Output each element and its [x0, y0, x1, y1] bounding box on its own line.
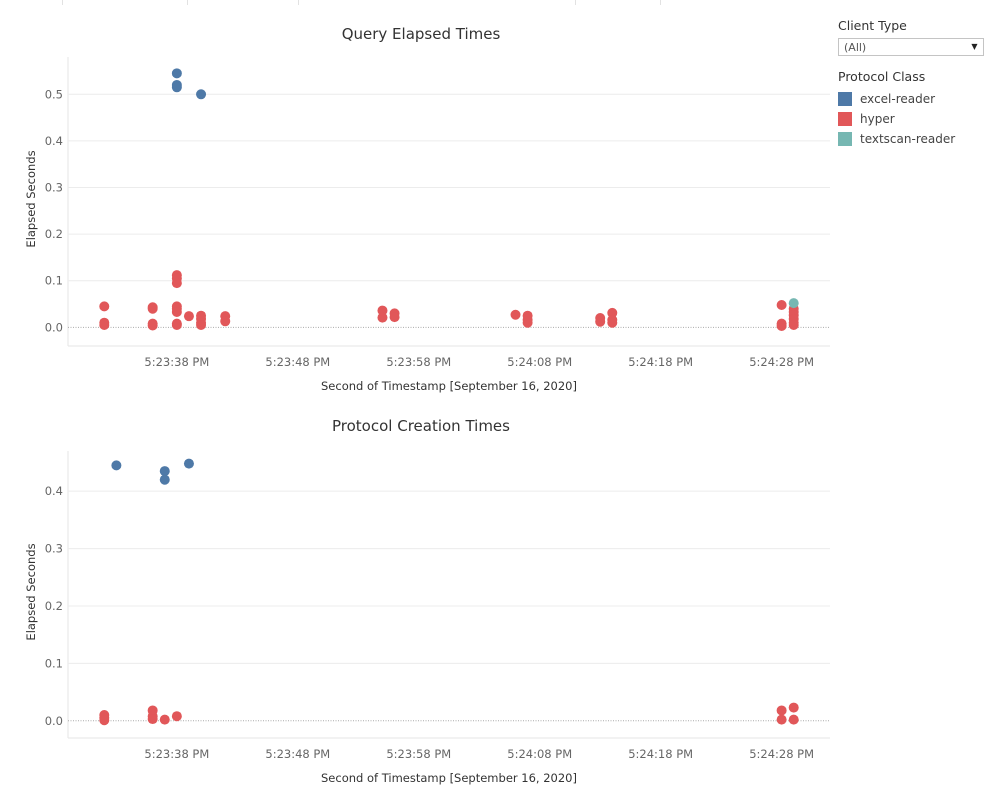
data-point-hyper[interactable]: [522, 317, 533, 328]
data-point-excel-reader[interactable]: [171, 82, 182, 93]
legend-label: excel-reader: [860, 92, 936, 106]
legend-swatch: [838, 92, 852, 106]
chevron-down-icon[interactable]: ▼: [966, 39, 983, 55]
legend-title: Protocol Class: [838, 69, 926, 84]
data-point-hyper[interactable]: [99, 301, 110, 312]
data-point-excel-reader[interactable]: [196, 89, 207, 100]
x-tick-label: 5:24:18 PM: [628, 747, 693, 761]
y-tick-label: 0.4: [45, 134, 63, 148]
data-point-hyper[interactable]: [776, 299, 787, 310]
data-point-hyper[interactable]: [776, 705, 787, 716]
y-axis-label: Elapsed Seconds: [24, 150, 38, 247]
data-point-hyper[interactable]: [171, 278, 182, 289]
y-tick-label: 0.2: [45, 227, 63, 241]
x-tick-label: 5:24:18 PM: [628, 355, 693, 369]
data-point-excel-reader[interactable]: [171, 68, 182, 79]
y-tick-label: 0.2: [45, 599, 63, 613]
client-type-dropdown[interactable]: (All) ▼: [838, 38, 984, 56]
data-point-hyper[interactable]: [99, 320, 110, 331]
x-tick-label: 5:24:08 PM: [507, 355, 572, 369]
legend-swatch: [838, 132, 852, 146]
data-point-hyper[interactable]: [147, 303, 158, 314]
y-tick-label: 0.4: [45, 484, 63, 498]
data-point-excel-reader[interactable]: [183, 458, 194, 469]
x-axis-label: Second of Timestamp [September 16, 2020]: [321, 379, 577, 393]
y-tick-label: 0.0: [45, 320, 63, 334]
x-tick-label: 5:23:38 PM: [144, 747, 209, 761]
data-point-hyper[interactable]: [377, 312, 388, 323]
toolbar-separator: [660, 0, 661, 5]
toolbar-separator: [298, 0, 299, 5]
y-axis-label: Elapsed Seconds: [24, 543, 38, 640]
sidebar: Client Type (All) ▼ Protocol Class excel…: [838, 18, 988, 149]
data-point-hyper[interactable]: [510, 309, 521, 320]
data-point-hyper[interactable]: [788, 702, 799, 713]
x-tick-label: 5:24:28 PM: [749, 747, 814, 761]
legend-label: textscan-reader: [860, 132, 956, 146]
data-point-excel-reader[interactable]: [159, 466, 170, 477]
query-elapsed-panel: Query Elapsed Times Elapsed Seconds Seco…: [24, 25, 830, 393]
data-point-hyper[interactable]: [776, 320, 787, 331]
data-point-hyper[interactable]: [99, 715, 110, 726]
client-type-selected-value: (All): [844, 41, 867, 54]
chart-title: Protocol Creation Times: [332, 417, 510, 435]
y-tick-label: 0.3: [45, 181, 63, 195]
data-point-hyper[interactable]: [788, 320, 799, 331]
chart-title: Query Elapsed Times: [342, 25, 501, 43]
data-point-hyper[interactable]: [171, 306, 182, 317]
client-type-filter-title: Client Type: [838, 18, 907, 33]
y-tick-label: 0.0: [45, 714, 63, 728]
data-point-hyper[interactable]: [171, 320, 182, 331]
y-tick-label: 0.5: [45, 87, 63, 101]
toolbar-separator: [62, 0, 63, 5]
legend: excel-reader hyper textscan-reader: [838, 89, 988, 149]
y-tick-label: 0.3: [45, 542, 63, 556]
x-tick-label: 5:23:48 PM: [265, 747, 330, 761]
data-point-hyper[interactable]: [220, 316, 231, 327]
x-tick-label: 5:23:38 PM: [144, 355, 209, 369]
data-point-hyper[interactable]: [171, 711, 182, 722]
data-point-hyper[interactable]: [788, 714, 799, 725]
data-point-hyper[interactable]: [196, 320, 207, 331]
data-point-hyper[interactable]: [607, 317, 618, 328]
protocol-creation-panel: Protocol Creation Times Elapsed Seconds …: [24, 417, 830, 785]
legend-label: hyper: [860, 112, 895, 126]
y-tick-label: 0.1: [45, 656, 63, 670]
x-tick-label: 5:23:58 PM: [386, 747, 451, 761]
data-point-excel-reader[interactable]: [159, 474, 170, 485]
data-point-hyper[interactable]: [776, 714, 787, 725]
legend-swatch: [838, 112, 852, 126]
x-tick-label: 5:23:58 PM: [386, 355, 451, 369]
data-point-excel-reader[interactable]: [111, 460, 122, 471]
data-point-hyper[interactable]: [183, 311, 194, 322]
data-point-hyper[interactable]: [389, 312, 400, 323]
legend-item-textscan-reader[interactable]: textscan-reader: [838, 129, 988, 149]
legend-item-excel-reader[interactable]: excel-reader: [838, 89, 988, 109]
x-tick-label: 5:24:28 PM: [749, 355, 814, 369]
toolbar-separator: [575, 0, 576, 5]
data-point-hyper[interactable]: [147, 714, 158, 725]
x-axis-label: Second of Timestamp [September 16, 2020]: [321, 771, 577, 785]
data-point-hyper[interactable]: [147, 320, 158, 331]
data-point-hyper[interactable]: [595, 316, 606, 327]
legend-item-hyper[interactable]: hyper: [838, 109, 988, 129]
toolbar-separator: [187, 0, 188, 5]
x-tick-label: 5:23:48 PM: [265, 355, 330, 369]
y-tick-label: 0.1: [45, 274, 63, 288]
data-point-hyper[interactable]: [159, 714, 170, 725]
x-tick-label: 5:24:08 PM: [507, 747, 572, 761]
data-point-textscan-reader[interactable]: [788, 298, 799, 309]
